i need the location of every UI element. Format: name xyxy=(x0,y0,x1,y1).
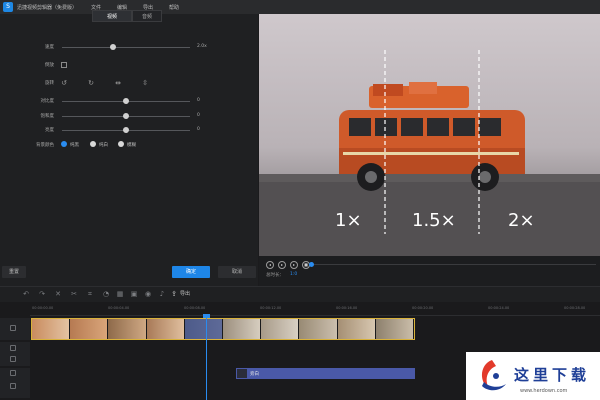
tick-label: 00:00:12.00 xyxy=(260,306,282,310)
menu-help[interactable]: 帮助 xyxy=(169,4,179,11)
playhead-handle[interactable] xyxy=(203,314,210,318)
redo-icon[interactable]: ↷ xyxy=(38,290,46,298)
saturation-label: 饱和度 xyxy=(40,114,55,119)
rotate-label: 旋转 xyxy=(45,81,54,86)
brightness-value: 0 xyxy=(197,127,200,132)
overlay-1-5x: 1.5× xyxy=(412,210,456,231)
overlay-1x: 1× xyxy=(335,210,362,231)
playhead[interactable] xyxy=(206,316,207,400)
saturation-slider-knob[interactable] xyxy=(123,113,129,119)
speed-slider[interactable] xyxy=(62,47,190,48)
ok-button[interactable]: 确定 xyxy=(172,266,210,278)
video-clip[interactable] xyxy=(31,318,415,340)
overlay-2x: 2× xyxy=(508,210,535,231)
tab-audio[interactable]: 音频 xyxy=(132,10,162,22)
tick-label: 00:00:08.00 xyxy=(184,306,206,310)
app-window: S 迅捷视频剪辑器（免费版） 文件 编辑 导出 帮助 视频 音频 速度 2.0x… xyxy=(0,0,600,400)
export-label[interactable]: 导出 xyxy=(180,290,190,297)
contrast-slider-knob[interactable] xyxy=(123,98,129,104)
radio-white[interactable] xyxy=(90,141,96,147)
playback-progress[interactable] xyxy=(311,264,596,265)
clip-thumbnail xyxy=(146,319,185,339)
text-clip-icon xyxy=(237,369,247,378)
radio-white-label: 纯白 xyxy=(99,143,108,148)
play-icon[interactable]: ▸ xyxy=(278,261,286,269)
video-track-icon xyxy=(10,325,16,331)
clip-thumbnail xyxy=(70,319,109,339)
tick-label: 00:00:00.00 xyxy=(32,306,54,310)
speed-label: 速度 xyxy=(45,45,54,50)
brightness-label: 亮度 xyxy=(45,128,54,133)
export-icon[interactable]: ⇪ xyxy=(170,290,178,298)
contrast-value: 0 xyxy=(197,98,200,103)
text-clip[interactable] xyxy=(236,368,415,379)
reverse-label: 倒放 xyxy=(45,63,54,68)
contrast-label: 对比度 xyxy=(40,99,55,104)
next-frame-icon[interactable]: ▸ xyxy=(290,261,298,269)
crop-icon[interactable]: ⌗ xyxy=(86,290,94,298)
duration-value: 1:0 xyxy=(290,272,298,277)
background-color-label: 背景颜色 xyxy=(36,143,54,148)
watermark-logo-icon xyxy=(481,360,506,391)
flip-horizontal-icon[interactable]: ⇹ xyxy=(114,79,122,87)
clip-thumbnail xyxy=(375,319,414,339)
settings-panel xyxy=(0,14,258,286)
saturation-value: 0 xyxy=(197,113,200,118)
reset-button[interactable]: 重置 xyxy=(2,266,26,278)
speed-value: 2.0x xyxy=(197,44,207,49)
clip-thumbnail xyxy=(184,319,224,339)
player-controls xyxy=(259,256,600,286)
tick-label: 00:00:28.00 xyxy=(564,306,586,310)
clip-thumbnail xyxy=(299,319,338,339)
rotate-right-icon[interactable]: ↻ xyxy=(87,79,95,87)
audio-track-icon xyxy=(10,345,16,351)
text-clip-label: 旁白 xyxy=(250,372,259,377)
clip-thumbnail xyxy=(108,319,147,339)
radio-black[interactable] xyxy=(61,141,67,147)
subtitle-track-icon xyxy=(10,383,16,389)
rotate-left-icon[interactable]: ↺ xyxy=(60,79,68,87)
record-icon[interactable]: ◉ xyxy=(144,290,152,298)
title-bar: S 迅捷视频剪辑器（免费版） 文件 编辑 导出 帮助 xyxy=(0,0,600,14)
radio-black-label: 纯黑 xyxy=(70,143,79,148)
tick-label: 00:00:24.00 xyxy=(488,306,510,310)
clip-thumbnail xyxy=(261,319,300,339)
playback-progress-knob[interactable] xyxy=(309,262,314,267)
tab-video[interactable]: 视频 xyxy=(92,10,132,22)
app-title: 迅捷视频剪辑器（免费版） xyxy=(17,4,75,11)
prev-frame-icon[interactable]: ◂ xyxy=(266,261,274,269)
speed-icon[interactable]: ◔ xyxy=(102,290,110,298)
tick-label: 00:00:16.00 xyxy=(336,306,358,310)
watermark-text: 这里下载 xyxy=(514,366,591,384)
flip-vertical-icon[interactable]: ⇳ xyxy=(141,79,149,87)
undo-icon[interactable]: ↶ xyxy=(22,290,30,298)
split-icon[interactable]: ✂ xyxy=(70,290,78,298)
microphone-icon[interactable]: ♪ xyxy=(158,290,166,298)
clip-thumbnail xyxy=(337,319,376,339)
freeze-icon[interactable]: ▣ xyxy=(130,290,138,298)
brightness-slider-knob[interactable] xyxy=(123,127,129,133)
app-logo-icon: S xyxy=(3,2,13,12)
radio-blur[interactable] xyxy=(118,141,124,147)
duration-label: 总时长： xyxy=(266,273,284,278)
music-track-icon xyxy=(10,356,16,362)
clip-thumbnail xyxy=(32,319,71,339)
mosaic-icon[interactable]: ▦ xyxy=(116,290,124,298)
text-track-icon xyxy=(10,370,16,376)
delete-icon[interactable]: ✕ xyxy=(54,290,62,298)
radio-blur-label: 模糊 xyxy=(127,143,136,148)
reverse-checkbox[interactable] xyxy=(61,62,67,68)
clip-thumbnail xyxy=(223,319,262,339)
watermark-url: www.herdown.com xyxy=(520,388,568,394)
tick-label: 00:00:04.00 xyxy=(108,306,130,310)
cancel-button[interactable]: 取消 xyxy=(218,266,256,278)
tick-label: 00:00:20.00 xyxy=(412,306,434,310)
